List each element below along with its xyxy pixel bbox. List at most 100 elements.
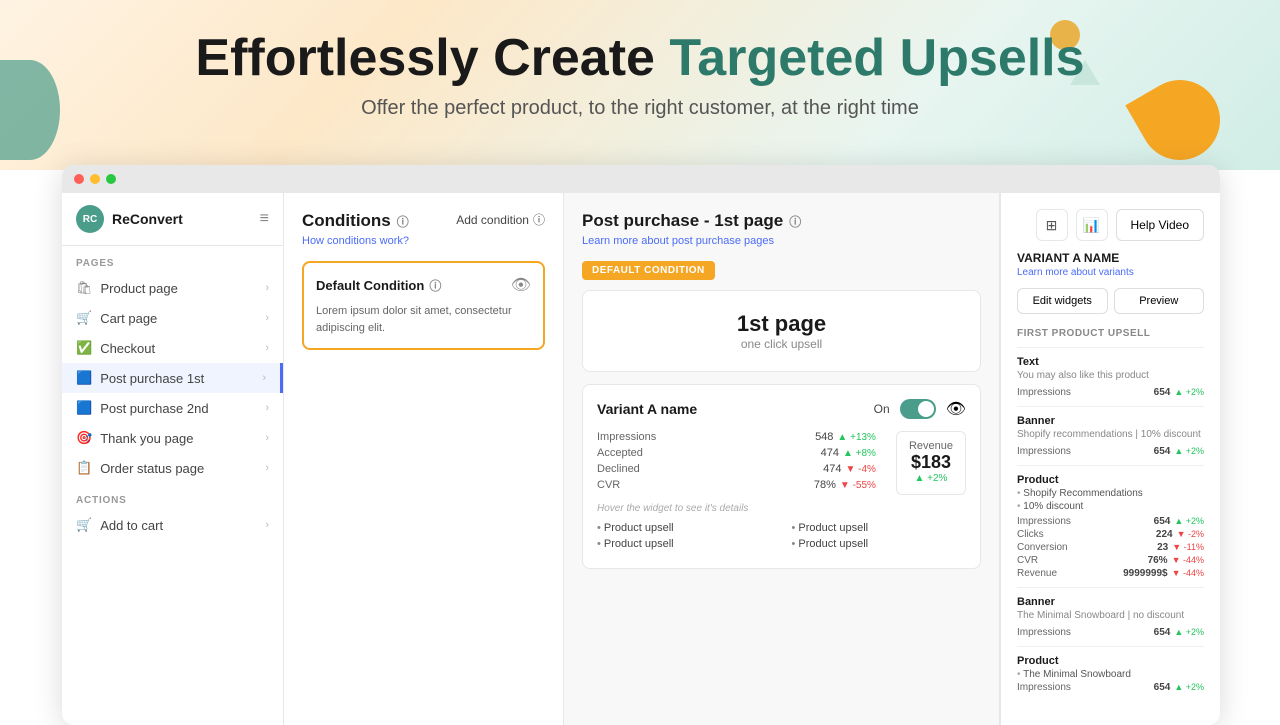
sidebar-item-label: Thank you page (100, 431, 193, 446)
widget-product-1: Product Shopify Recommendations 10% disc… (1017, 474, 1204, 579)
conditions-info-icon: ⓘ (397, 213, 409, 230)
stat-accepted: Accepted 474 ▲ +8% (597, 447, 876, 459)
on-label: On (874, 402, 890, 416)
first-product-upsell-label: FIRST PRODUCT UPSELL (1017, 328, 1204, 339)
variant-name: Variant A name (597, 401, 697, 417)
widget-banner-1: Banner Shopify recommendations | 10% dis… (1017, 415, 1204, 457)
sidebar-item-label: Order status page (100, 461, 204, 476)
variant-toggle[interactable] (900, 399, 936, 419)
browser-chrome (62, 165, 1220, 193)
header-title: Effortlessly Create Targeted Upsells (0, 30, 1280, 87)
condition-card: Default Condition ⓘ 👁 Lorem ipsum dolor … (302, 261, 545, 350)
post-purchase-panel: Post purchase - 1st page ⓘ Learn more ab… (564, 193, 1000, 725)
add-condition-icon: ⓘ (533, 211, 545, 228)
stat-row: CVR 76%▼ -44% (1017, 555, 1204, 566)
sidebar-item-add-to-cart[interactable]: 🛒 Add to cart › (62, 510, 283, 540)
header-subtitle: Offer the perfect product, to the right … (0, 97, 1280, 120)
sidebar-logo: RC ReConvert (76, 205, 183, 233)
bullet-item: Product upsell (597, 538, 772, 550)
stat-row: Revenue 9999999$▼ -44% (1017, 568, 1204, 579)
divider (1017, 646, 1204, 647)
widget-banner-2: Banner The Minimal Snowboard | no discou… (1017, 596, 1204, 638)
condition-title: Default Condition ⓘ (316, 277, 441, 294)
logo-text: ReConvert (112, 211, 183, 227)
conditions-panel: Conditions ⓘ How conditions work? Add co… (284, 193, 564, 725)
bullet-list: Product upsell Product upsell Product up… (597, 522, 966, 554)
product-page-icon: 🛍 (76, 280, 93, 296)
sidebar-actions-label: ACTIONS (62, 483, 283, 510)
sidebar-item-post-purchase-1st[interactable]: 🟦 Post purchase 1st › (62, 363, 283, 393)
menu-icon[interactable]: ≡ (260, 210, 269, 228)
declined-change: ▼ -4% (845, 464, 875, 475)
sidebar-item-cart-page[interactable]: 🛒 Cart page › (62, 303, 283, 333)
sidebar-item-post-purchase-2nd[interactable]: 🟦 Post purchase 2nd › (62, 393, 283, 423)
stat-row: Conversion 23▼ -11% (1017, 542, 1204, 553)
stat-cvr: CVR 78% ▼ -55% (597, 479, 876, 491)
grid-icon-button[interactable]: ⊞ (1036, 209, 1068, 241)
preview-button[interactable]: Preview (1114, 288, 1205, 314)
dot-yellow[interactable] (90, 174, 100, 184)
revenue-box: Revenue $183 ▲ +2% (896, 431, 966, 495)
sidebar-item-label: Add to cart (100, 518, 163, 533)
page-display-title: 1st page (603, 311, 960, 337)
hover-note: Hover the widget to see it's details (597, 503, 966, 514)
action-buttons: Edit widgets Preview (1017, 288, 1204, 314)
stat-row: Impressions 654 ▲ +2% (1017, 446, 1204, 457)
chart-icon-button[interactable]: 📊 (1076, 209, 1108, 241)
divider (1017, 587, 1204, 588)
bullet-item: Product upsell (792, 522, 967, 534)
learn-more-variants-link[interactable]: Learn more about variants (1017, 267, 1204, 278)
chevron-icon: › (265, 402, 269, 414)
eye-icon[interactable]: 👁 (511, 275, 531, 295)
sidebar-item-product-page[interactable]: 🛍 Product page › (62, 273, 283, 303)
add-condition-button[interactable]: Add condition ⓘ (456, 211, 545, 228)
dot-green[interactable] (106, 174, 116, 184)
main-content: Conditions ⓘ How conditions work? Add co… (284, 193, 1220, 725)
divider (1017, 406, 1204, 407)
sidebar-header: RC ReConvert ≡ (62, 193, 283, 246)
pp-header: Post purchase - 1st page ⓘ Learn more ab… (582, 211, 981, 247)
page-display: 1st page one click upsell (582, 290, 981, 372)
help-video-button[interactable]: Help Video (1116, 209, 1205, 241)
conditions-header: Conditions ⓘ How conditions work? (302, 211, 409, 247)
variant-name-section-title: VARIANT A NAME (1017, 251, 1204, 265)
sidebar-item-order-status[interactable]: 📋 Order status page › (62, 453, 283, 483)
condition-body: Lorem ipsum dolor sit amet, consectetur … (316, 303, 531, 336)
stat-declined: Declined 474 ▼ -4% (597, 463, 876, 475)
logo-icon: RC (76, 205, 104, 233)
conditions-how-link[interactable]: How conditions work? (302, 235, 409, 247)
variant-card: Variant A name On 👁 Impressions (582, 384, 981, 569)
sidebar-item-checkout[interactable]: ✅ Checkout › (62, 333, 283, 363)
header-title-black: Effortlessly Create (195, 29, 669, 87)
stat-row: Impressions 654▲ +2% (1017, 627, 1204, 638)
sidebar-item-label: Cart page (100, 311, 157, 326)
chevron-icon: › (265, 519, 269, 531)
default-condition-badge: DEFAULT CONDITION (582, 261, 715, 280)
sidebar-item-label: Post purchase 2nd (100, 401, 208, 416)
header-title-teal: Targeted Upsells (669, 29, 1084, 87)
chevron-icon: › (265, 432, 269, 444)
post-purchase-1st-icon: 🟦 (76, 370, 92, 386)
revenue-value: $183 (909, 452, 953, 473)
chevron-icon: › (265, 462, 269, 474)
sidebar-item-thank-you[interactable]: 🎯 Thank you page › (62, 423, 283, 453)
edit-widgets-button[interactable]: Edit widgets (1017, 288, 1108, 314)
add-to-cart-icon: 🛒 (76, 517, 92, 533)
sidebar-item-label: Post purchase 1st (100, 371, 204, 386)
post-purchase-2nd-icon: 🟦 (76, 400, 92, 416)
dot-red[interactable] (74, 174, 84, 184)
pp-learn-link[interactable]: Learn more about post purchase pages (582, 235, 801, 247)
view-icon[interactable]: 👁 (946, 399, 966, 419)
stat-row: Impressions 654▲ +2% (1017, 516, 1204, 527)
divider (1017, 347, 1204, 348)
chevron-icon: › (265, 312, 269, 324)
widget-product-2: Product The Minimal Snowboard Impression… (1017, 655, 1204, 693)
chevron-icon: › (265, 342, 269, 354)
sidebar-item-label: Product page (101, 281, 178, 296)
right-sidebar: ⊞ 📊 Help Video VARIANT A NAME Learn more… (1000, 193, 1220, 725)
sidebar-item-label: Checkout (100, 341, 155, 356)
header-section: Effortlessly Create Targeted Upsells Off… (0, 20, 1280, 120)
pp-info-icon: ⓘ (789, 213, 801, 230)
checkout-icon: ✅ (76, 340, 92, 356)
browser-window: RC ReConvert ≡ PAGES 🛍 Product page › 🛒 … (62, 165, 1220, 725)
